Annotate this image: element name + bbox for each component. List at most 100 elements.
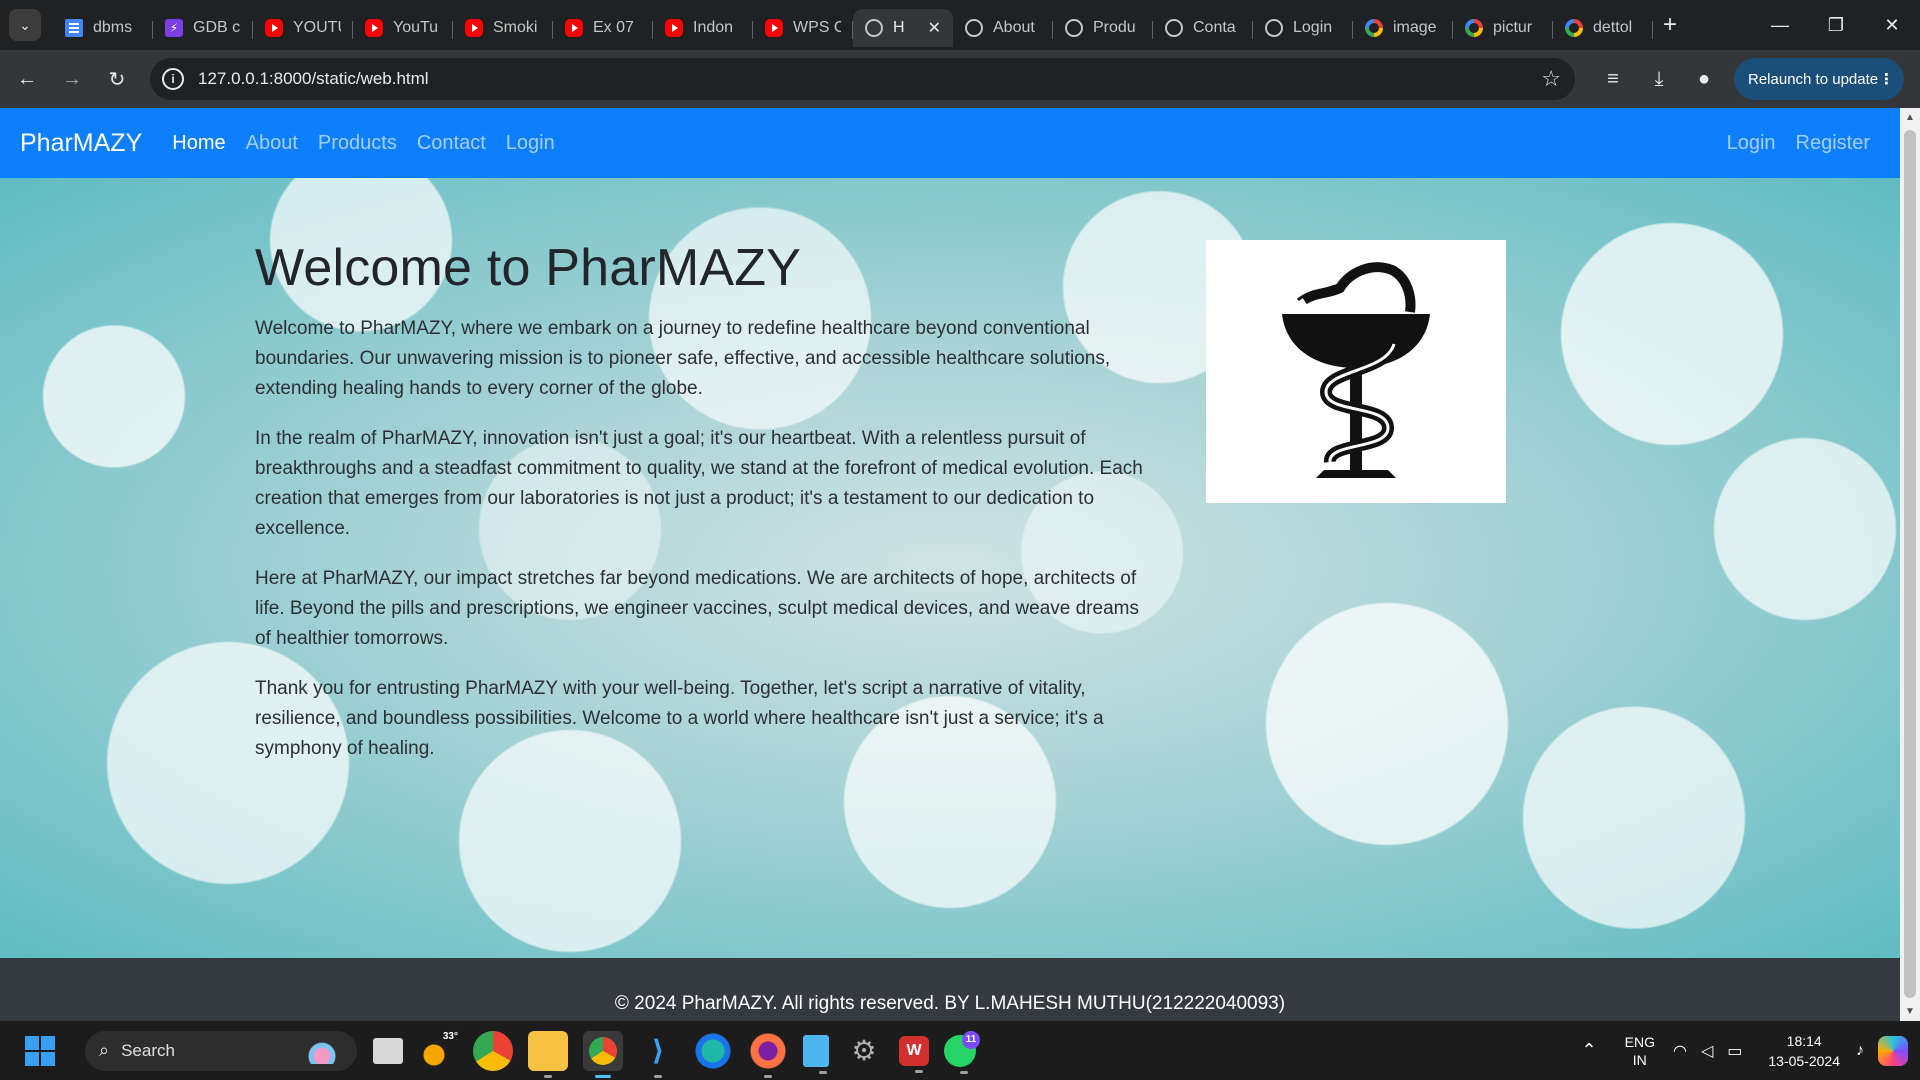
nav-home-link[interactable]: Home (172, 132, 225, 155)
tab-youtube-3[interactable]: Smoki (453, 9, 553, 47)
chrome-icon[interactable] (473, 1030, 513, 1071)
notifications-bell-icon[interactable]: ♪ (1856, 1042, 1864, 1060)
edge-icon[interactable] (693, 1030, 733, 1071)
language-indicator[interactable]: ENG IN (1625, 1033, 1655, 1069)
brand-logo-text[interactable]: PharMAZY (20, 129, 142, 158)
tab-title: dettol (1593, 19, 1633, 36)
download-icon[interactable]: ⤓ (1644, 64, 1674, 94)
taskbar-apps: 33° ⟩ ⚙ W 11 (373, 1030, 991, 1078)
task-view-icon[interactable] (373, 1037, 403, 1064)
page-viewport: PharMAZY Home About Products Contact Log… (0, 108, 1900, 1021)
volume-icon[interactable]: ◁ (1701, 1041, 1713, 1061)
relaunch-to-update-button[interactable]: Relaunch to update ⋮ (1734, 58, 1904, 100)
nav-about-link[interactable]: About (246, 132, 298, 155)
tab-youtube-5[interactable]: Indon (653, 9, 753, 47)
page-scrollbar[interactable]: ▲ ▼ (1900, 108, 1920, 1021)
address-bar[interactable]: i 127.0.0.1:8000/static/web.html ☆ (150, 58, 1575, 100)
globe-icon (1265, 19, 1283, 37)
browser-tab-strip: ⌄ dbms ⚡ GDB c YOUTU YouTu Smoki Ex 07 In… (0, 0, 1920, 50)
more-menu-icon[interactable]: ⋮ (1879, 70, 1894, 88)
clock[interactable]: 18:14 13-05-2024 (1768, 1031, 1840, 1071)
browser-toolbar: ← → ↻ i 127.0.0.1:8000/static/web.html ☆… (0, 50, 1920, 108)
bookmark-star-icon[interactable]: ☆ (1541, 66, 1561, 92)
google-icon (1465, 19, 1483, 37)
globe-icon (1065, 19, 1083, 37)
file-explorer-icon[interactable] (528, 1030, 568, 1078)
wifi-icon[interactable]: ◠ (1673, 1041, 1687, 1061)
site-info-icon[interactable]: i (162, 68, 184, 90)
hero-text-block: Welcome to PharMAZY Welcome to PharMAZY,… (255, 238, 1155, 784)
scroll-down-arrow-icon[interactable]: ▼ (1905, 1006, 1915, 1017)
hero-paragraph: Here at PharMAZY, our impact stretches f… (255, 568, 1139, 649)
youtube-icon (465, 19, 483, 37)
tab-youtube-4[interactable]: Ex 07 (553, 9, 653, 47)
tab-gdb[interactable]: ⚡ GDB c (153, 9, 253, 47)
tab-google-picture[interactable]: pictur (1453, 9, 1553, 47)
tab-products[interactable]: Produ (1053, 9, 1153, 47)
copilot-icon[interactable] (1878, 1035, 1908, 1066)
weather-icon[interactable]: 33° (418, 1030, 458, 1071)
notepad-icon[interactable] (803, 1034, 829, 1074)
nav-right-register-link[interactable]: Register (1796, 132, 1870, 155)
forward-arrow-icon[interactable]: → (54, 61, 90, 97)
scroll-up-arrow-icon[interactable]: ▲ (1905, 112, 1915, 123)
url-text[interactable]: 127.0.0.1:8000/static/web.html (198, 69, 429, 89)
tab-youtube-1[interactable]: YOUTU (253, 9, 353, 47)
tab-youtube-2[interactable]: YouTu (353, 9, 453, 47)
profile-icon[interactable]: ● (1689, 64, 1719, 94)
close-icon[interactable]: ✕ (928, 18, 941, 38)
chrome-canary-icon[interactable] (583, 1030, 623, 1078)
tab-title: Login (1293, 19, 1333, 36)
whatsapp-icon[interactable]: 11 (944, 1030, 980, 1074)
minimize-icon[interactable]: — (1752, 0, 1808, 50)
youtube-icon (565, 19, 583, 37)
tab-title: dbms (93, 19, 133, 36)
tab-search-button[interactable]: ⌄ (9, 9, 41, 41)
windows-start-icon[interactable] (25, 1035, 55, 1066)
nav-contact-link[interactable]: Contact (417, 132, 486, 155)
tray-overflow-chevron-icon[interactable]: ⌃ (1582, 1040, 1597, 1061)
tab-about[interactable]: About (953, 9, 1053, 47)
tab-login[interactable]: Login (1253, 9, 1353, 47)
tab-youtube-6[interactable]: WPS C (753, 9, 853, 47)
close-window-icon[interactable]: ✕ (1864, 0, 1920, 50)
site-navbar: PharMAZY Home About Products Contact Log… (0, 108, 1900, 178)
tab-title: About (993, 19, 1035, 36)
tab-title: Produ (1093, 19, 1136, 36)
reload-icon[interactable]: ↻ (99, 61, 135, 97)
system-tray: ⌃ ENG IN ◠ ◁ ▭ 18:14 13-05-2024 ♪ (1582, 1021, 1920, 1080)
firefox-icon[interactable] (748, 1030, 788, 1078)
tab-title: YOUTU (293, 19, 341, 36)
scrollbar-thumb[interactable] (1904, 130, 1916, 998)
tab-title: WPS C (793, 19, 841, 36)
new-tab-plus-icon[interactable]: + (1663, 11, 1677, 39)
nav-login-link[interactable]: Login (506, 132, 555, 155)
wps-office-icon[interactable]: W (899, 1035, 929, 1073)
google-icon (1365, 19, 1383, 37)
globe-icon (1165, 19, 1183, 37)
weather-temp: 33° (442, 1030, 458, 1042)
hero-paragraph: Thank you for entrusting PharMAZY with y… (255, 678, 1104, 759)
tab-title: Conta (1193, 19, 1236, 36)
clock-time: 18:14 (1786, 1032, 1822, 1049)
tab-google-dettol[interactable]: dettol (1553, 9, 1653, 47)
tab-dbms[interactable]: dbms (53, 9, 153, 47)
tab-home-active[interactable]: H ✕ (853, 9, 953, 47)
settings-gear-icon[interactable]: ⚙ (844, 1031, 884, 1071)
tab-google-image[interactable]: image (1353, 9, 1453, 47)
youtube-icon (365, 19, 383, 37)
hero-paragraph: In the realm of PharMAZY, innovation isn… (255, 428, 1143, 539)
restore-icon[interactable]: ❐ (1808, 0, 1864, 50)
nav-products-link[interactable]: Products (318, 132, 397, 155)
media-controls-icon[interactable]: ≡ (1598, 64, 1628, 94)
taskbar-search-box[interactable]: ⌕ Search (85, 1030, 357, 1071)
clock-date: 13-05-2024 (1768, 1052, 1840, 1069)
hero-section-pills-background: Welcome to PharMAZY Welcome to PharMAZY,… (0, 178, 1900, 958)
back-arrow-icon[interactable]: ← (9, 61, 45, 97)
vscode-icon[interactable]: ⟩ (638, 1031, 678, 1078)
battery-icon[interactable]: ▭ (1727, 1041, 1742, 1061)
youtube-icon (265, 19, 283, 37)
tab-title: Smoki (493, 19, 538, 36)
nav-right-login-link[interactable]: Login (1727, 132, 1776, 155)
tab-contact[interactable]: Conta (1153, 9, 1253, 47)
